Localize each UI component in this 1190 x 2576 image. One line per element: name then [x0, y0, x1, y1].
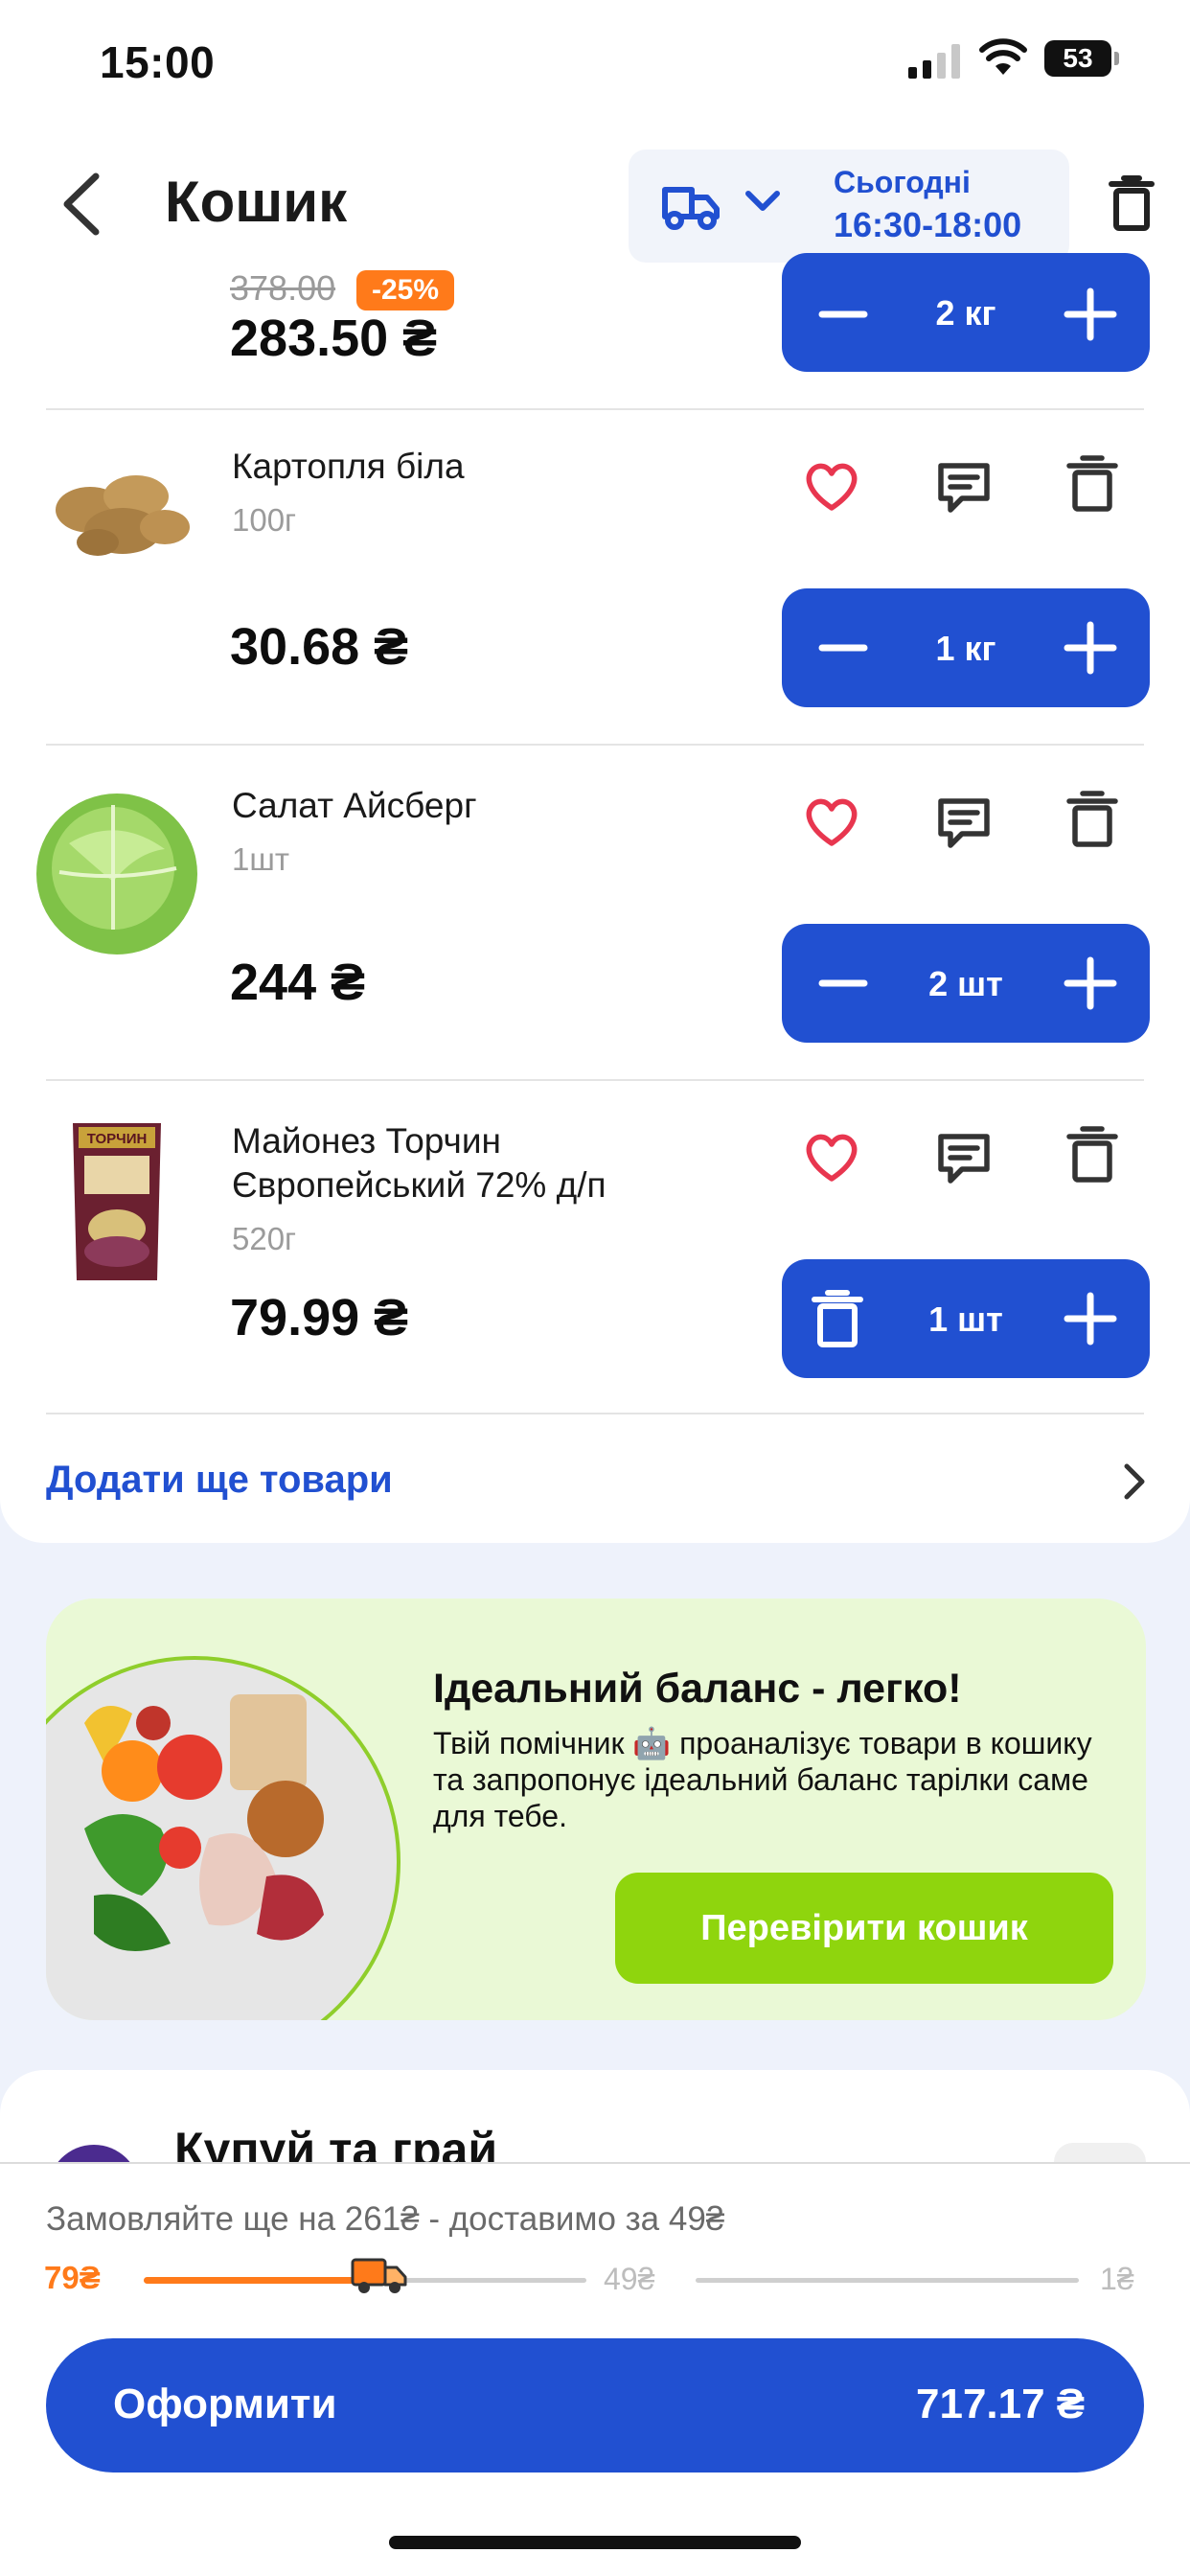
plus-button[interactable]: [1062, 286, 1119, 343]
plus-button[interactable]: [1062, 619, 1119, 677]
plus-button[interactable]: [1062, 1290, 1119, 1347]
clear-cart-button[interactable]: [1108, 174, 1156, 232]
home-indicator[interactable]: [389, 2536, 801, 2549]
product-image-lettuce[interactable]: [31, 786, 203, 958]
delivery-threshold-text: Замовляйте ще на 261₴ - доставимо за 49₴: [46, 2200, 725, 2238]
comment-icon[interactable]: [933, 456, 995, 518]
product-image-mayonnaise[interactable]: ТОРЧИН: [31, 1117, 203, 1290]
checkout-total[interactable]: 717.17 ₴: [916, 2380, 1085, 2428]
wifi-icon: [979, 38, 1027, 75]
signal-icon: [908, 44, 960, 79]
status-time: 15:00: [100, 37, 216, 87]
favorite-heart-icon[interactable]: [801, 792, 862, 853]
divider: [46, 744, 1144, 746]
add-more-products-link[interactable]: Додати ще товари: [46, 1459, 393, 1502]
delivery-truck-icon: [662, 187, 720, 230]
product-weight: 100г: [232, 502, 297, 538]
delete-item-icon[interactable]: [1062, 452, 1123, 514]
product-image-potato[interactable]: [31, 427, 203, 600]
comment-icon[interactable]: [933, 792, 995, 853]
progress-track: [696, 2278, 1079, 2283]
delete-item-icon[interactable]: [1062, 1123, 1123, 1184]
delivery-time: 16:30-18:00: [834, 205, 1022, 244]
product-name-line2[interactable]: Європейський 72% д/п: [232, 1163, 606, 1208]
back-button[interactable]: [56, 171, 113, 238]
promo-title: Ідеальний баланс - легко!: [433, 1666, 962, 1712]
item-price: 244 ₴: [230, 954, 366, 1011]
product-name-line1[interactable]: Майонез Торчин: [232, 1119, 501, 1163]
product-name[interactable]: Картопля біла: [232, 445, 465, 489]
checkout-label[interactable]: Оформити: [113, 2380, 337, 2428]
delete-item-icon[interactable]: [1062, 788, 1123, 849]
discount-badge: -25%: [356, 270, 455, 310]
progress-fill: [144, 2277, 374, 2284]
favorite-heart-icon[interactable]: [801, 1127, 862, 1188]
product-name[interactable]: Салат Айсберг: [232, 784, 477, 828]
chevron-down-icon: [745, 191, 780, 211]
chevron-right-icon[interactable]: [1121, 1462, 1148, 1501]
item-price: 30.68 ₴: [230, 618, 409, 676]
product-weight: 520г: [232, 1221, 297, 1256]
favorite-heart-icon[interactable]: [801, 456, 862, 518]
page-title: Кошик: [165, 170, 348, 234]
plus-button[interactable]: [1062, 954, 1119, 1012]
healthy-food-plate-illustration: [84, 1694, 324, 1951]
divider: [46, 1079, 1144, 1081]
battery-icon: 53: [1044, 40, 1119, 77]
progress-end-fee: 1₴: [1100, 2262, 1134, 2296]
divider: [46, 1413, 1144, 1414]
progress-current-fee: 79₴: [44, 2260, 101, 2295]
promo-description: Твій помічник 🤖 проаналізує товари в кош…: [433, 1726, 1092, 1833]
delivery-day: Сьогодні: [834, 165, 971, 199]
product-package-label: ТОРЧИН: [87, 1131, 148, 1147]
delivery-truck-icon: [351, 2258, 407, 2293]
product-weight: 1шт: [232, 841, 289, 877]
comment-icon[interactable]: [933, 1127, 995, 1188]
old-price: 378.00: [230, 268, 336, 308]
item-price: 283.50 ₴: [230, 310, 438, 367]
progress-mid-fee: 49₴: [604, 2262, 655, 2296]
check-cart-button[interactable]: Перевірити кошик: [615, 1873, 1113, 1984]
divider: [46, 408, 1144, 410]
item-price: 79.99 ₴: [230, 1289, 409, 1346]
